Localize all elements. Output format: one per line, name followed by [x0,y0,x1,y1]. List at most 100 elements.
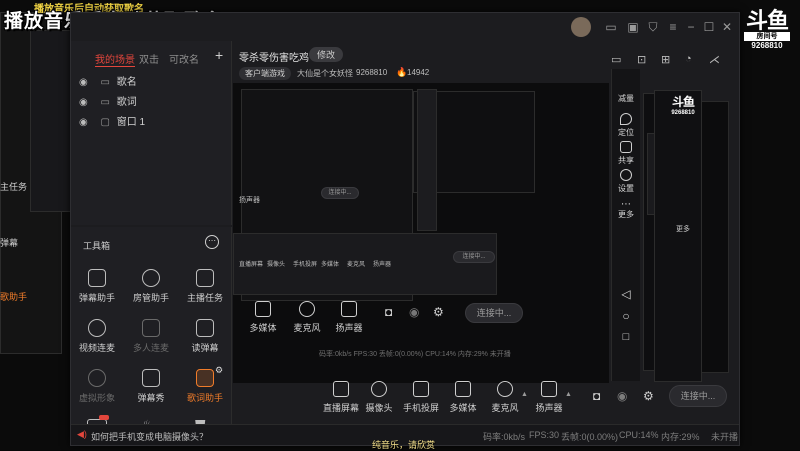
message-icon[interactable]: ▭ [603,19,619,35]
mirror-ctl-label: 麦克风 [347,262,366,268]
tool-video-link[interactable]: 视频连麦 [69,319,125,354]
record-icon[interactable]: ◘ [593,389,600,403]
tool-danmu-show[interactable]: 弹幕秀 [123,369,179,404]
avatar[interactable] [571,17,591,37]
category-badge[interactable]: 客户端游戏 [239,67,291,80]
camera-button[interactable]: 摄像头 [359,381,399,414]
gear-icon[interactable]: ⚙ [215,365,223,376]
scene-item[interactable]: ◉ ▭ 歌名 [79,73,137,88]
layout-icon[interactable]: ⊞ [661,53,670,66]
eye-icon[interactable]: ◉ [79,117,88,128]
tool-danmu-helper[interactable]: 弹幕助手 [69,269,125,304]
screenshot-icon[interactable]: ▣ [625,19,641,35]
room-id: 9268810 [356,68,388,77]
bell-icon[interactable]: ◔ [685,53,692,65]
now-playing-text: 纯音乐，请欣赏 [372,440,436,450]
right-item-more[interactable]: ⋯ 更多 [612,200,640,220]
lock-icon[interactable]: ▭ [101,97,110,108]
mirror-left-task: 主任务 [0,182,28,192]
douyu-room-logo: 斗鱼 房间号 9268810 [744,10,790,51]
right-item-settings[interactable]: 设置 [612,169,640,194]
eye-icon[interactable]: ◉ [79,97,88,108]
streamer-name: 大仙是个女妖怪 [297,69,353,78]
mirror-ctl-label: 手机投屏 [293,262,318,268]
live-companion-window: ▭ ▣ ⛉ ≡ − ☐ ✕ 我的场景 双击 可改名 + ◉ ▭ 歌名 ◉ ▭ 歌… [70,12,740,446]
window-icon[interactable]: ▢ [101,117,110,128]
mirror-far-right [701,101,729,373]
memory-usage: 内存:29% [661,432,700,442]
mirror-control-row: 直播屏幕 摄像头 手机投屏 多媒体 麦克风 扬声器 连接中... [239,249,501,269]
preview-area[interactable]: 直播屏幕 摄像头 手机投屏 多媒体 麦克风 扬声器 连接中... 扬声器 连接中… [233,83,609,383]
logo-sub: 房间号 [744,32,790,41]
fps: FPS:30 [529,430,560,440]
mirror-sidebar [417,89,437,231]
right-item-location[interactable]: 定位 [612,113,640,138]
android-recent-icon[interactable]: □ [612,331,640,343]
phone-cast-button[interactable]: 手机投屏 [401,381,441,414]
cpu-usage: CPU:14% [619,430,659,440]
speaker-dropdown-icon[interactable]: ▲ [565,391,572,398]
close-icon[interactable]: ✕ [719,19,735,35]
eye-icon[interactable]: ◉ [79,77,88,88]
scene-item[interactable]: ◉ ▢ 窗口 1 [79,113,145,128]
mirror-record-icon: ◘ [385,305,393,319]
mirror-eye-icon: ◉ [409,305,420,319]
right-item[interactable]: 减量 [612,93,640,104]
speaker-notice-icon: ◀) [77,429,87,439]
fire-icon: 🔥 [396,67,408,77]
scene-item-label: 歌名 [116,77,137,88]
tab-rename[interactable]: 可改名 [169,51,199,66]
tool-host-tasks[interactable]: 主播任务 [177,269,233,304]
tool-multi-link[interactable]: 多人连麦 [123,319,179,354]
edit-title-button[interactable]: 修改 [309,47,344,62]
tool-room-admin[interactable]: 房管助手 [123,269,179,304]
speaker-button[interactable]: 扬声器 [529,381,569,414]
mirror-speaker-label: 扬声器 [239,197,260,204]
tool-read-danmu[interactable]: 读弹幕 [177,319,233,354]
display-icon[interactable]: ▭ [611,53,621,66]
more-icon[interactable]: ⋯ [205,235,219,249]
mirror-connect-pill: 连接中... [453,251,495,263]
heat-count: 14942 [407,68,430,77]
eye-icon[interactable]: ◉ [617,389,627,403]
scenes-panel: 我的场景 双击 可改名 + ◉ ▭ 歌名 ◉ ▭ 歌词 ◉ ▢ 窗口 1 [71,41,232,225]
multimedia-button[interactable]: 多媒体 [443,381,483,414]
maximize-icon[interactable]: ☐ [701,19,717,35]
scene-item[interactable]: ◉ ▭ 歌词 [79,93,137,108]
menu-icon[interactable]: ≡ [665,19,681,35]
frame-drop: 丢帧:0(0.00%) [561,432,619,442]
mirror-connect-button: 连接中... [465,303,523,323]
minimize-icon[interactable]: − [683,19,699,35]
mirrored-window-strip [30,30,72,212]
settings-gear-icon[interactable]: ⚙ [643,389,654,403]
mirror-gear-icon: ⚙ [433,305,444,319]
logo-room-number: 9268810 [751,41,783,50]
shirt-icon[interactable]: ⛉ [645,19,661,35]
connect-button[interactable]: 连接中... [669,385,727,407]
mirror-ctl-label: 多媒体 [321,262,340,268]
live-screen-button[interactable]: 直播屏幕 [321,381,361,414]
share-icon[interactable]: ⋌ [709,53,720,66]
lock-icon[interactable]: ⊡ [637,53,646,66]
scene-item-label: 歌词 [116,97,137,108]
help-link[interactable]: 如何把手机变成电脑摄像头？ [91,430,208,443]
microphone-button[interactable]: 麦克风 [485,381,525,414]
right-item-share[interactable]: 共享 [612,141,640,166]
add-scene-button[interactable]: + [215,47,223,63]
lock-icon[interactable]: ▭ [101,77,110,88]
stream-title: 零杀零伤害吃鸡 [239,53,309,64]
mirror-left-music: 歌助手 [0,292,28,302]
mirror-speaker: 扬声器 [329,301,369,334]
tool-lyrics-helper[interactable]: 歌词助手 [177,369,233,404]
tab-my-scenes[interactable]: 我的场景 [95,51,135,67]
mirror-mic: 麦克风 [287,301,327,334]
logo-brand: 斗鱼 [745,8,789,33]
mirror-status-line: 码率:0kb/s FPS:30 丢帧:0(0.00%) CPU:14% 内存:2… [319,351,511,358]
android-home-icon[interactable]: ○ [612,309,640,323]
tool-avatar[interactable]: 虚拟形象 [69,369,125,404]
title-bar: ▭ ▣ ⛉ ≡ − ☐ ✕ [71,13,739,41]
mirror-left-danmu: 弹幕 [0,238,19,248]
tab-dual[interactable]: 双击 [139,51,159,66]
android-back-icon[interactable]: ◁ [612,287,640,301]
mic-dropdown-icon[interactable]: ▲ [521,391,528,398]
